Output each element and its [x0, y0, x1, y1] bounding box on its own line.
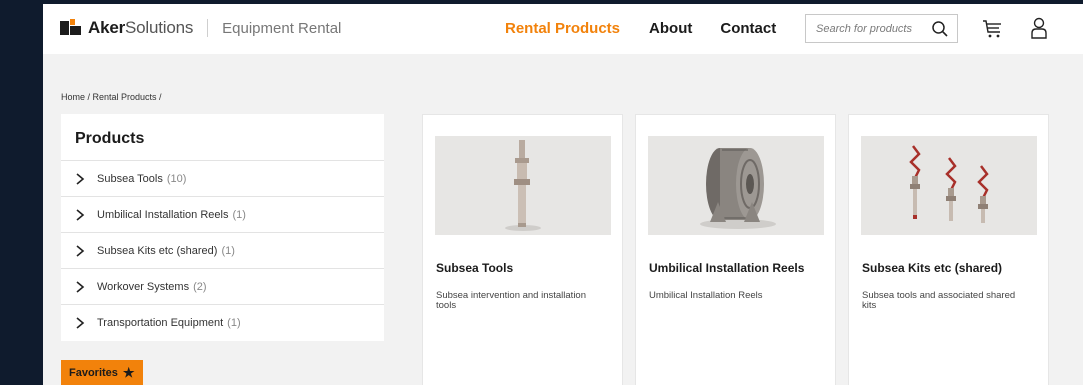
chevron-right-icon [76, 208, 85, 221]
sidebar-title: Products [61, 114, 384, 161]
search-input[interactable] [806, 22, 924, 35]
sidebar-item-count: (1) [221, 244, 235, 257]
sidebar-item-subsea-kits[interactable]: Subsea Kits etc (shared) (1) [61, 233, 384, 269]
sidebar-item-label: Transportation Equipment [97, 317, 224, 329]
star-icon: ★ [122, 365, 135, 380]
site-logo[interactable]: AkerSolutions Equipment Rental [60, 17, 341, 39]
logo-divider [207, 19, 209, 37]
card-description: Subsea tools and associated shared kits [862, 290, 1016, 311]
main-nav: Rental Products About Contact [505, 20, 776, 37]
breadcrumb[interactable]: Home / Rental Products / [61, 92, 162, 102]
chevron-right-icon [76, 317, 85, 329]
page-frame: AkerSolutions Equipment Rental Rental Pr… [43, 4, 1083, 385]
sidebar-item-subsea-tools[interactable]: Subsea Tools (10) [61, 161, 384, 197]
card-description: Umbilical Installation Reels [649, 290, 763, 301]
card-description: Subsea intervention and installation too… [436, 290, 586, 311]
sidebar-item-label: Umbilical Installation Reels [97, 208, 229, 221]
logo-subtitle: Equipment Rental [222, 19, 342, 37]
aker-logo-icon [60, 19, 82, 37]
product-image [435, 136, 611, 235]
product-image [861, 136, 1037, 235]
product-image [648, 136, 824, 235]
sidebar-item-label: Subsea Tools [97, 172, 163, 185]
reel-image [648, 136, 824, 235]
subsea-tool-image [435, 136, 611, 235]
sidebar-item-count: (1) [232, 208, 246, 221]
logo-wordmark: AkerSolutions [88, 18, 194, 37]
chevron-right-icon [76, 244, 85, 257]
subsea-kits-image [861, 136, 1037, 235]
favorites-label: Favorites [69, 367, 118, 379]
sidebar-item-label: Workover Systems [97, 280, 190, 293]
sidebar-item-label: Subsea Kits etc (shared) [97, 244, 218, 257]
product-card-umbilical-reels[interactable]: Umbilical Installation Reels Umbilical I… [635, 114, 836, 385]
site-header: AkerSolutions Equipment Rental Rental Pr… [43, 4, 1083, 54]
card-title: Subsea Tools [436, 261, 514, 275]
chevron-right-icon [76, 172, 85, 185]
chevron-right-icon [76, 280, 85, 293]
product-card-subsea-tools[interactable]: Subsea Tools Subsea intervention and ins… [422, 114, 623, 385]
sidebar-item-transportation[interactable]: Transportation Equipment (1) [61, 305, 384, 341]
nav-about[interactable]: About [649, 20, 692, 37]
card-title: Umbilical Installation Reels [649, 261, 805, 275]
sidebar-item-count: (2) [193, 280, 207, 293]
sidebar-item-workover-systems[interactable]: Workover Systems (2) [61, 269, 384, 305]
sidebar-item-count: (1) [227, 317, 241, 329]
favorites-button[interactable]: Favorites ★ [61, 360, 143, 385]
cart-icon[interactable] [982, 19, 1004, 39]
search-box [805, 14, 958, 43]
sidebar-item-umbilical-reels[interactable]: Umbilical Installation Reels (1) [61, 197, 384, 233]
card-title: Subsea Kits etc (shared) [862, 261, 1003, 275]
search-icon[interactable] [931, 20, 949, 38]
nav-rental-products[interactable]: Rental Products [505, 20, 620, 37]
products-sidebar: Products Subsea Tools (10) Umbilical Inst… [61, 114, 384, 341]
sidebar-item-count: (10) [166, 172, 187, 185]
user-icon[interactable] [1031, 17, 1047, 39]
nav-contact[interactable]: Contact [720, 20, 776, 37]
product-card-subsea-kits[interactable]: Subsea Kits etc (shared) Subsea tools an… [848, 114, 1049, 385]
